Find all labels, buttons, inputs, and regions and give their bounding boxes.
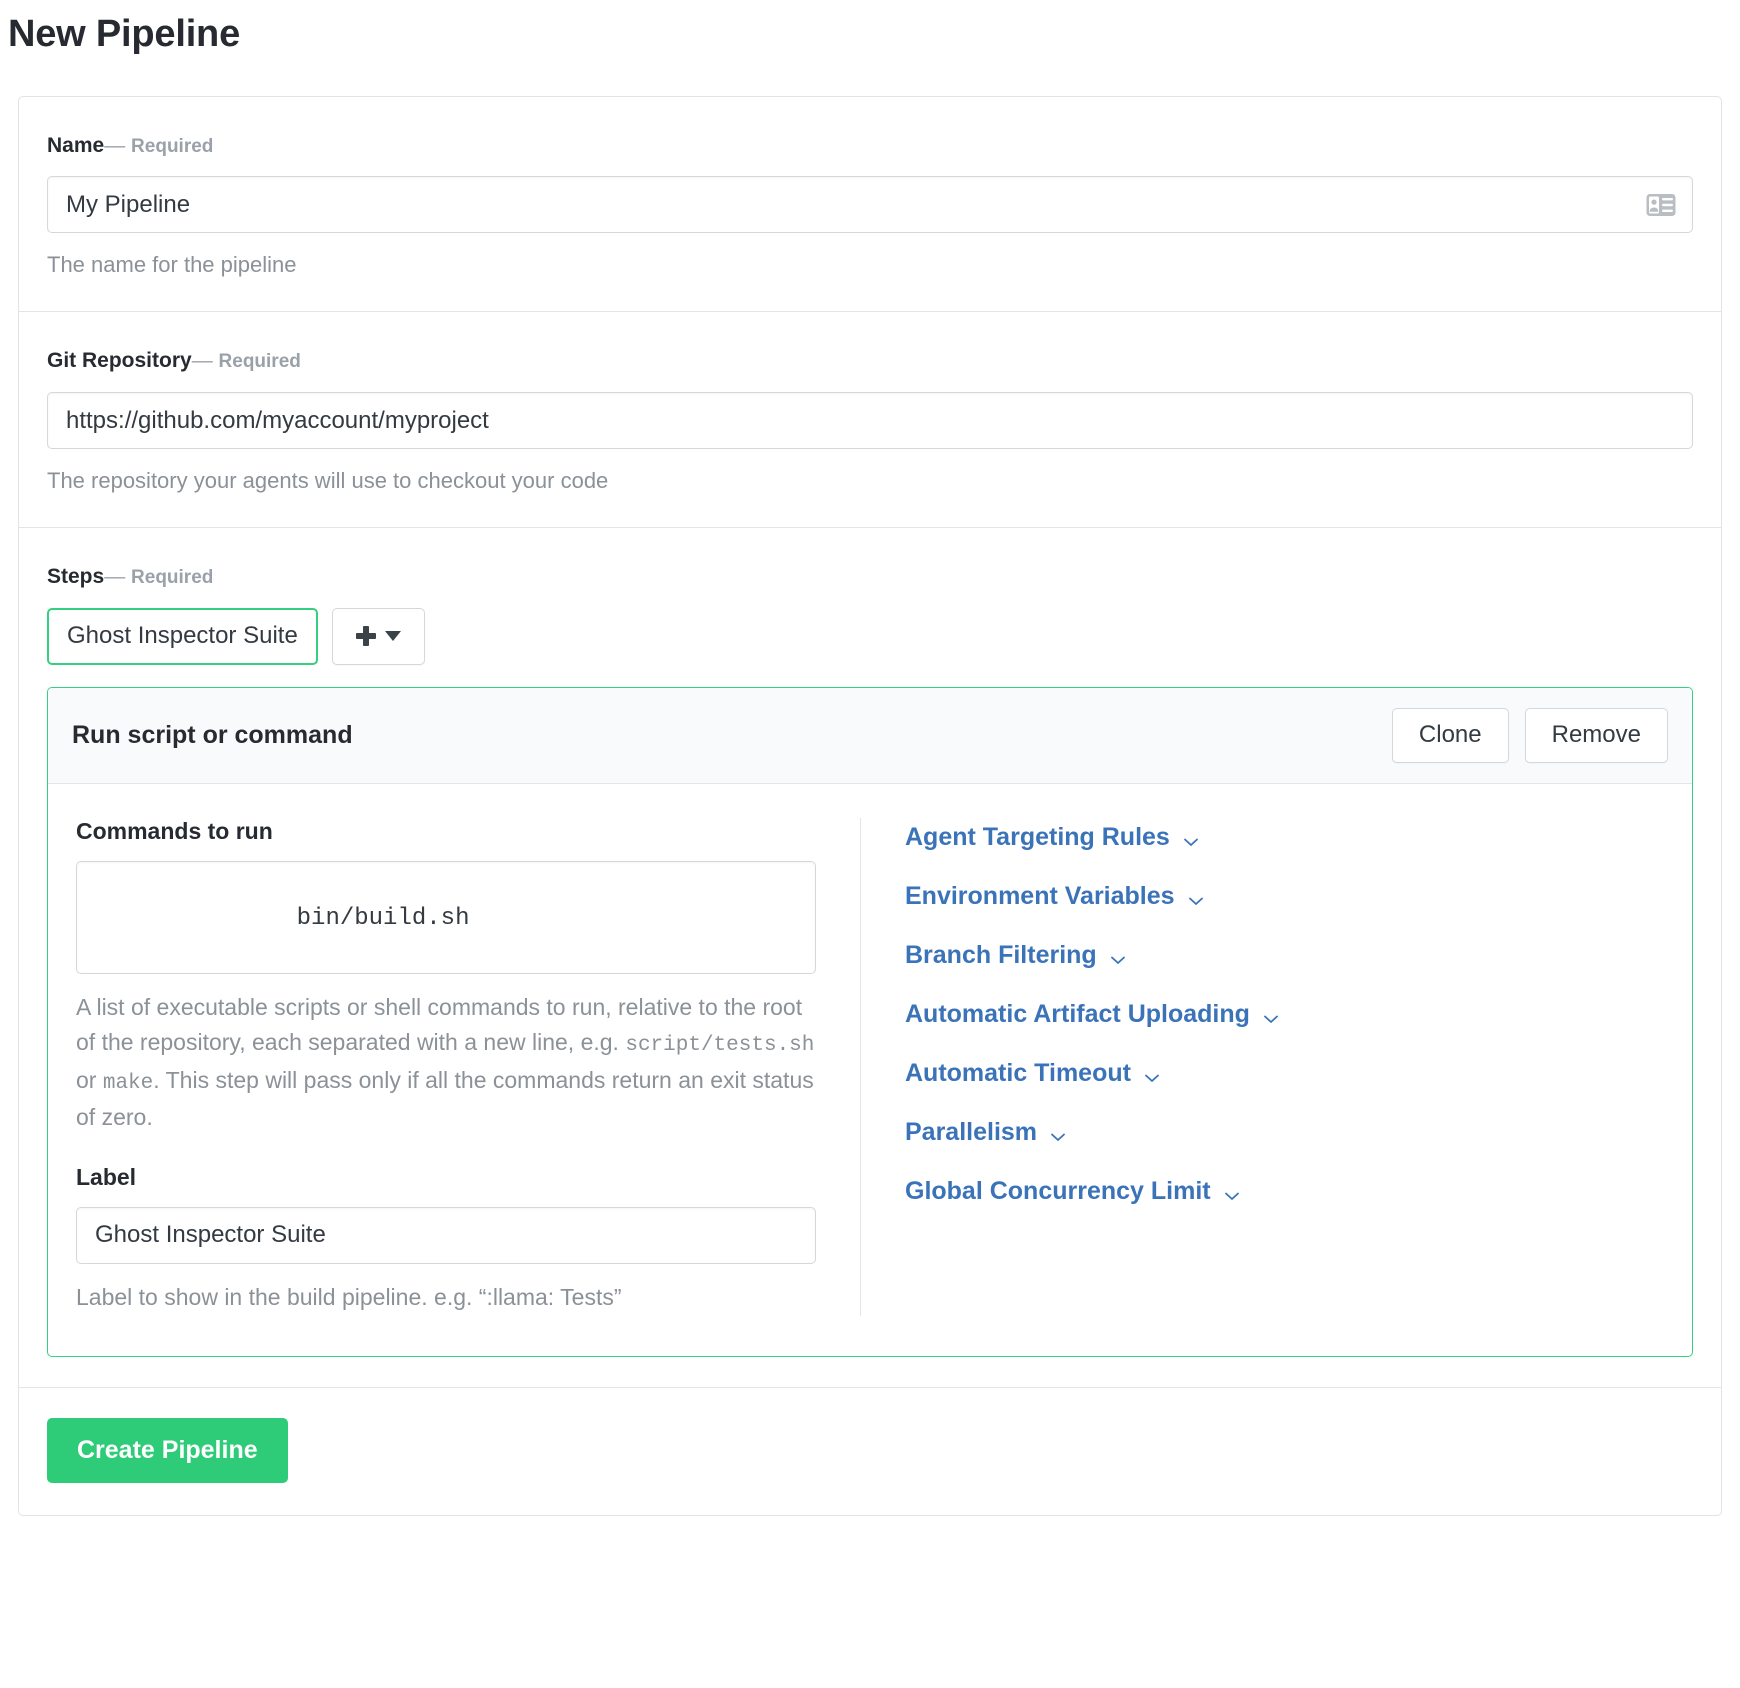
name-input[interactable]: My Pipeline xyxy=(47,176,1693,233)
disclosure-label: Branch Filtering xyxy=(905,940,1097,970)
disclosure-agent-targeting-rules[interactable]: Agent Targeting Rules xyxy=(905,822,1200,852)
chevron-down-icon xyxy=(1109,946,1127,964)
commands-help-part2: or xyxy=(76,1067,103,1093)
commands-help-code1: script/tests.sh xyxy=(625,1034,814,1057)
name-input-value: My Pipeline xyxy=(66,191,1674,219)
step-panel-left-column: Commands to run bin/build.sh A list of e… xyxy=(76,818,861,1316)
step-options-list: Agent Targeting Rules Environment Variab… xyxy=(905,818,1664,1206)
steps-field-section: Steps— Required Ghost Inspector Suite Ru… xyxy=(19,528,1721,1388)
disclosure-label: Global Concurrency Limit xyxy=(905,1176,1211,1206)
steps-label-dash: — xyxy=(104,565,125,588)
commands-to-run-textarea[interactable]: bin/build.sh xyxy=(76,861,816,974)
steps-label-text: Steps xyxy=(47,565,104,588)
disclosure-automatic-artifact-uploading[interactable]: Automatic Artifact Uploading xyxy=(905,999,1280,1029)
chevron-down-icon xyxy=(1262,1005,1280,1023)
chevron-down-icon xyxy=(1049,1123,1067,1141)
form-footer: Create Pipeline xyxy=(19,1388,1721,1516)
commands-to-run-label: Commands to run xyxy=(76,818,816,845)
disclosure-global-concurrency-limit[interactable]: Global Concurrency Limit xyxy=(905,1176,1241,1206)
commands-to-run-value: bin/build.sh xyxy=(297,905,470,932)
step-label-label: Label xyxy=(76,1164,816,1191)
name-help-text: The name for the pipeline xyxy=(47,249,1693,281)
name-label-text: Name xyxy=(47,134,104,157)
chevron-down-icon xyxy=(1182,828,1200,846)
repository-input-value: https://github.com/myaccount/myproject xyxy=(66,407,1674,435)
disclosure-label: Automatic Timeout xyxy=(905,1058,1131,1088)
disclosure-automatic-timeout[interactable]: Automatic Timeout xyxy=(905,1058,1161,1088)
step-panel-header: Run script or command Clone Remove xyxy=(48,688,1692,784)
repository-input[interactable]: https://github.com/myaccount/myproject xyxy=(47,392,1693,449)
chevron-down-icon xyxy=(1143,1064,1161,1082)
step-chip-label: Ghost Inspector Suite xyxy=(67,622,298,650)
remove-step-button[interactable]: Remove xyxy=(1525,708,1668,763)
step-panel-title: Run script or command xyxy=(72,721,353,750)
step-panel-body: Commands to run bin/build.sh A list of e… xyxy=(48,784,1692,1356)
panel-spacer xyxy=(76,1136,816,1164)
add-step-button[interactable] xyxy=(332,608,425,665)
commands-to-run-help: A list of executable scripts or shell co… xyxy=(76,990,816,1136)
disclosure-label: Automatic Artifact Uploading xyxy=(905,999,1250,1029)
disclosure-label: Parallelism xyxy=(905,1117,1037,1147)
disclosure-parallelism[interactable]: Parallelism xyxy=(905,1117,1067,1147)
disclosure-environment-variables[interactable]: Environment Variables xyxy=(905,881,1205,911)
repository-field-label: Git Repository— Required xyxy=(47,348,1693,374)
step-panel: Run script or command Clone Remove Comma… xyxy=(47,687,1693,1357)
name-field-label: Name— Required xyxy=(47,133,1693,159)
plus-icon xyxy=(356,626,376,646)
step-chip-ghost-inspector-suite[interactable]: Ghost Inspector Suite xyxy=(47,608,318,665)
step-label-value: Ghost Inspector Suite xyxy=(95,1221,326,1249)
chevron-down-icon xyxy=(385,631,401,641)
name-required-badge: Required xyxy=(131,136,213,157)
step-panel-actions: Clone Remove xyxy=(1392,708,1668,763)
create-pipeline-button[interactable]: Create Pipeline xyxy=(47,1418,288,1484)
page-title: New Pipeline xyxy=(8,12,1740,58)
step-label-input[interactable]: Ghost Inspector Suite xyxy=(76,1207,816,1264)
name-label-dash: — xyxy=(104,134,125,157)
steps-field-label: Steps— Required xyxy=(47,564,1693,590)
contact-card-autofill-icon[interactable] xyxy=(1646,193,1676,216)
name-field-section: Name— Required My Pipeline xyxy=(19,97,1721,313)
repository-field-section: Git Repository— Required https://github.… xyxy=(19,312,1721,528)
clone-step-button[interactable]: Clone xyxy=(1392,708,1509,763)
new-pipeline-form: Name— Required My Pipeline xyxy=(18,96,1722,1516)
steps-required-badge: Required xyxy=(131,567,213,588)
repository-label-dash: — xyxy=(192,349,213,372)
repository-help-text: The repository your agents will use to c… xyxy=(47,465,1693,497)
commands-help-code2: make xyxy=(103,1072,153,1095)
new-pipeline-page: New Pipeline Name— Required My Pipeline xyxy=(0,12,1740,1516)
disclosure-label: Environment Variables xyxy=(905,881,1175,911)
chevron-down-icon xyxy=(1223,1182,1241,1200)
disclosure-branch-filtering[interactable]: Branch Filtering xyxy=(905,940,1127,970)
step-label-help: Label to show in the build pipeline. e.g… xyxy=(76,1280,816,1316)
step-panel-right-column: Agent Targeting Rules Environment Variab… xyxy=(861,818,1664,1316)
disclosure-label: Agent Targeting Rules xyxy=(905,822,1170,852)
chevron-down-icon xyxy=(1187,887,1205,905)
repository-label-text: Git Repository xyxy=(47,349,192,372)
commands-help-part3: . This step will pass only if all the co… xyxy=(76,1067,814,1131)
repository-required-badge: Required xyxy=(219,351,301,372)
steps-chip-row: Ghost Inspector Suite xyxy=(47,608,1693,665)
